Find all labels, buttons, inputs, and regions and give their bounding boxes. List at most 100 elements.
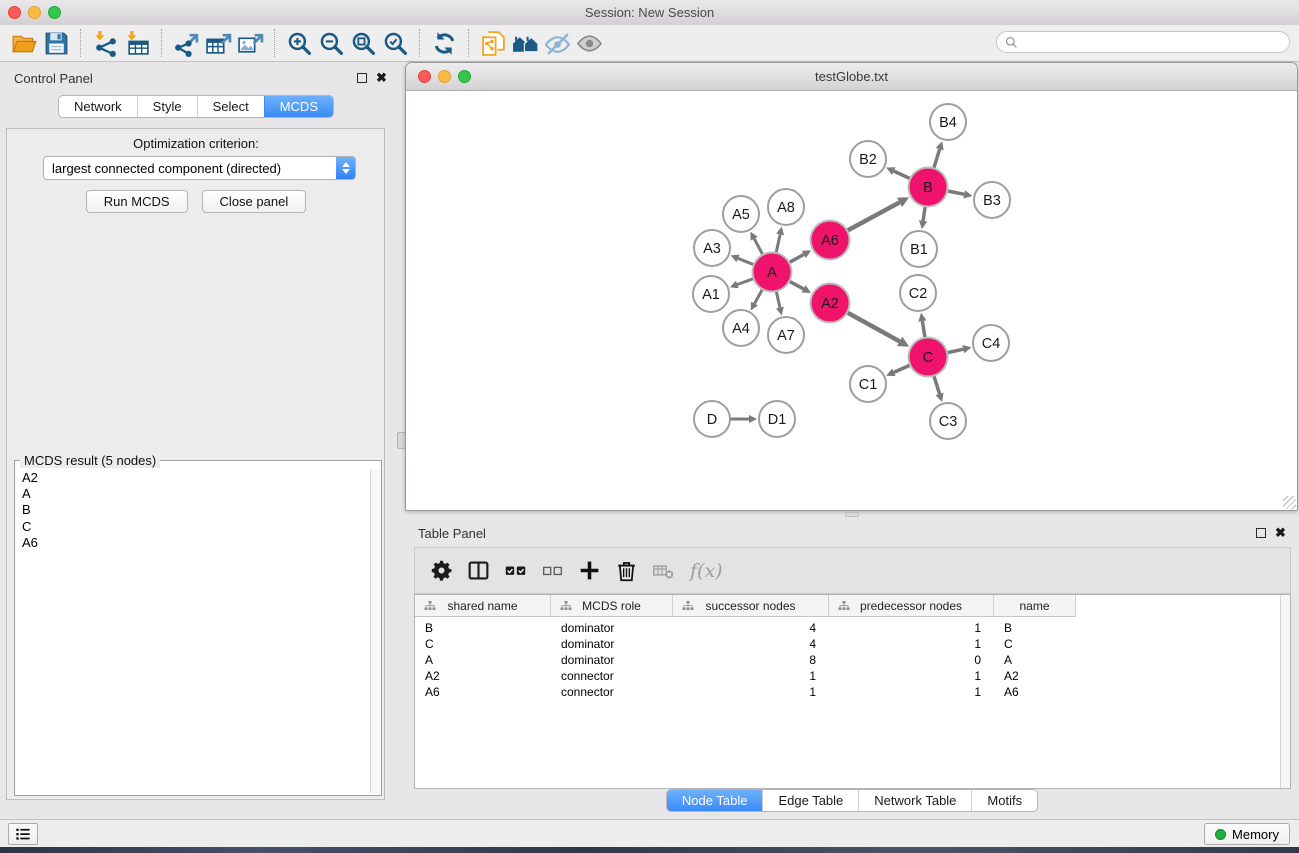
table-scrollbar[interactable] xyxy=(1280,595,1290,788)
show-eye-icon[interactable] xyxy=(573,27,605,59)
search-input[interactable] xyxy=(1023,34,1289,50)
zoom-window-button[interactable] xyxy=(48,6,61,19)
run-mcds-button[interactable]: Run MCDS xyxy=(86,190,188,213)
plus-icon[interactable] xyxy=(575,557,603,585)
zoom-selected-icon[interactable] xyxy=(379,27,411,59)
export-table-icon[interactable] xyxy=(202,27,234,59)
column-header-MCDS-role[interactable]: MCDS role xyxy=(551,595,673,617)
table-cell[interactable]: A xyxy=(994,652,1076,668)
table-cell[interactable]: C xyxy=(415,636,551,652)
network-graph[interactable]: B4B2BB3A5A8A6B1A3AC2A1A2A4A7C4CC1DD1C3 xyxy=(406,91,1297,511)
uncheck-pair-icon[interactable] xyxy=(538,557,566,585)
check-pair-icon[interactable] xyxy=(501,557,529,585)
close-view-button[interactable] xyxy=(418,70,431,83)
table-cell[interactable]: A2 xyxy=(994,668,1076,684)
table-cell[interactable]: dominator xyxy=(551,636,673,652)
tab-network[interactable]: Network xyxy=(59,96,137,117)
zoom-in-icon[interactable] xyxy=(283,27,315,59)
minimize-window-button[interactable] xyxy=(28,6,41,19)
table-cell[interactable]: A xyxy=(415,652,551,668)
table-cell[interactable]: connector xyxy=(551,668,673,684)
table-row[interactable]: Cdominator41C xyxy=(415,636,1076,652)
table-cell[interactable]: 1 xyxy=(829,620,994,636)
table-cell[interactable]: 1 xyxy=(673,684,829,700)
export-network-icon[interactable] xyxy=(170,27,202,59)
table-tab-network-table[interactable]: Network Table xyxy=(858,790,971,811)
table-cell[interactable]: dominator xyxy=(551,652,673,668)
desktop-edge xyxy=(0,847,1299,853)
column-header-shared-name[interactable]: shared name xyxy=(415,595,551,617)
zoom-fit-icon[interactable] xyxy=(347,27,379,59)
table-row[interactable]: Bdominator41B xyxy=(415,620,1076,636)
home-icon[interactable] xyxy=(509,27,541,59)
network-canvas[interactable]: B4B2BB3A5A8A6B1A3AC2A1A2A4A7C4CC1DD1C3 xyxy=(406,91,1297,510)
table-tab-motifs[interactable]: Motifs xyxy=(971,790,1037,811)
columns-icon[interactable] xyxy=(464,557,492,585)
table-cell[interactable]: 1 xyxy=(829,636,994,652)
memory-button[interactable]: Memory xyxy=(1204,823,1290,845)
table-cell[interactable]: 1 xyxy=(829,684,994,700)
table-cell[interactable]: 1 xyxy=(829,668,994,684)
float-table-panel-icon[interactable] xyxy=(1256,528,1266,538)
column-header-label: successor nodes xyxy=(705,599,795,613)
table-cell[interactable]: A2 xyxy=(415,668,551,684)
result-scrollbar[interactable] xyxy=(370,470,380,793)
task-history-button[interactable] xyxy=(8,823,38,845)
open-folder-icon[interactable] xyxy=(8,27,40,59)
column-header-name[interactable]: name xyxy=(994,595,1076,617)
table-cell[interactable]: dominator xyxy=(551,620,673,636)
table-cell[interactable]: B xyxy=(994,620,1076,636)
table-cell[interactable]: A6 xyxy=(415,684,551,700)
table-cell[interactable]: 1 xyxy=(673,668,829,684)
table-cell[interactable]: connector xyxy=(551,684,673,700)
network-window-titlebar[interactable]: testGlobe.txt xyxy=(406,63,1297,91)
table-cell[interactable]: 0 xyxy=(829,652,994,668)
result-item[interactable]: A2 xyxy=(17,470,370,486)
import-network-icon[interactable] xyxy=(89,27,121,59)
result-item[interactable]: A6 xyxy=(17,535,370,551)
table-tab-edge-table[interactable]: Edge Table xyxy=(762,790,858,811)
table-row[interactable]: A2connector11A2 xyxy=(415,668,1076,684)
table-row[interactable]: A6connector11A6 xyxy=(415,684,1076,700)
resize-grip[interactable] xyxy=(1283,496,1296,509)
close-table-panel-icon[interactable]: ✖ xyxy=(1275,527,1286,539)
hide-details-icon[interactable] xyxy=(541,27,573,59)
table-tab-node-table[interactable]: Node Table xyxy=(667,790,763,811)
tab-mcds[interactable]: MCDS xyxy=(264,96,333,117)
criterion-value: largest connected component (directed) xyxy=(44,161,336,176)
trash-icon[interactable] xyxy=(612,557,640,585)
tab-style[interactable]: Style xyxy=(137,96,197,117)
horizontal-divider-handle[interactable] xyxy=(845,512,859,517)
table-cell[interactable]: 4 xyxy=(673,620,829,636)
column-header-successor-nodes[interactable]: successor nodes xyxy=(673,595,829,617)
search-field[interactable] xyxy=(996,31,1290,53)
float-panel-icon[interactable] xyxy=(357,73,367,83)
mcds-result-box: A2ABCA6 xyxy=(14,460,382,796)
result-item[interactable]: C xyxy=(17,519,370,535)
close-window-button[interactable] xyxy=(8,6,21,19)
table-cell[interactable]: B xyxy=(415,620,551,636)
table-cell[interactable]: A6 xyxy=(994,684,1076,700)
criterion-dropdown[interactable]: largest connected component (directed) xyxy=(43,156,356,180)
gear-icon[interactable] xyxy=(427,557,455,585)
graph-node-label: C xyxy=(923,350,933,366)
table-cell[interactable]: 8 xyxy=(673,652,829,668)
zoom-view-button[interactable] xyxy=(458,70,471,83)
close-panel-button[interactable]: Close panel xyxy=(202,190,307,213)
graph-node-label: B xyxy=(923,180,933,196)
result-item[interactable]: A xyxy=(17,486,370,502)
export-image-icon[interactable] xyxy=(234,27,266,59)
column-header-predecessor-nodes[interactable]: predecessor nodes xyxy=(829,595,994,617)
tab-select[interactable]: Select xyxy=(197,96,264,117)
save-icon[interactable] xyxy=(40,27,72,59)
network-file-icon[interactable] xyxy=(477,27,509,59)
close-panel-icon[interactable]: ✖ xyxy=(376,72,387,84)
minimize-view-button[interactable] xyxy=(438,70,451,83)
table-cell[interactable]: C xyxy=(994,636,1076,652)
table-row[interactable]: Adominator80A xyxy=(415,652,1076,668)
zoom-out-icon[interactable] xyxy=(315,27,347,59)
import-table-icon[interactable] xyxy=(121,27,153,59)
refresh-icon[interactable] xyxy=(428,27,460,59)
table-cell[interactable]: 4 xyxy=(673,636,829,652)
result-item[interactable]: B xyxy=(17,502,370,518)
